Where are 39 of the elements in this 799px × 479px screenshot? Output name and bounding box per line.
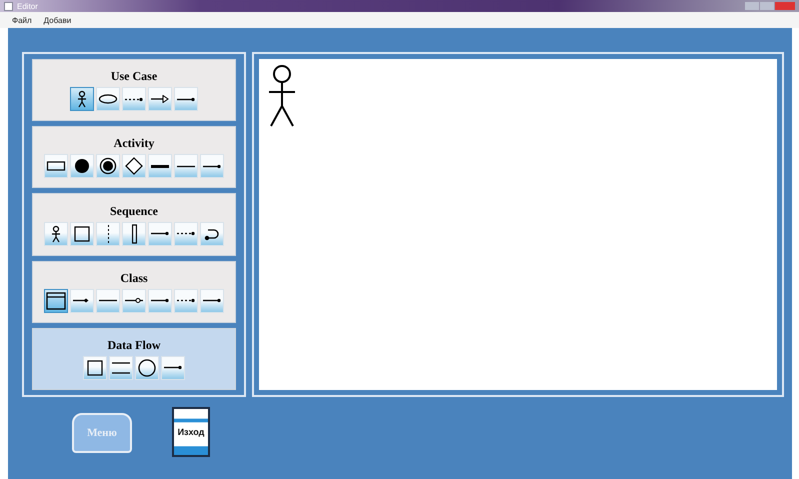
section-title: Class xyxy=(120,270,148,286)
line-circle-icon xyxy=(124,298,144,304)
arrow-icon xyxy=(150,95,170,104)
palette-section[interactable]: Class xyxy=(32,260,236,323)
menu-item[interactable]: Добави xyxy=(44,16,72,24)
ellipse-icon xyxy=(98,94,118,104)
line-arrow-icon xyxy=(150,231,170,236)
line-icon xyxy=(176,164,196,169)
line-arrow-icon xyxy=(176,96,196,102)
dotted-line-icon xyxy=(176,298,196,304)
menu-item[interactable]: Файл xyxy=(12,16,32,24)
ringed-circle-icon xyxy=(98,156,118,176)
line-arrow-icon xyxy=(202,298,222,304)
tool-button[interactable] xyxy=(70,87,94,112)
section-title: Use Case xyxy=(110,69,158,84)
square-icon xyxy=(85,358,105,378)
line-arrow-icon xyxy=(150,298,170,304)
window-controls-icon[interactable] xyxy=(745,2,795,10)
class-box-icon xyxy=(46,290,66,311)
circle-icon xyxy=(137,358,157,378)
section-title: Sequence xyxy=(110,204,158,218)
line-icon xyxy=(98,298,118,304)
section-title: Activity xyxy=(114,136,154,152)
line-arrow-icon xyxy=(202,164,222,169)
dotted-line-icon xyxy=(176,231,196,236)
stick-figure-drawing[interactable] xyxy=(267,64,297,128)
rectangle-icon xyxy=(46,161,66,172)
vertical-bar-icon xyxy=(132,224,136,244)
diamond-icon xyxy=(124,156,144,176)
window-title: Editor xyxy=(17,2,38,10)
square-icon xyxy=(72,224,92,244)
dotted-vertical-line-icon xyxy=(106,224,110,244)
section-title: Data Flow xyxy=(108,338,160,353)
dotted-line-icon xyxy=(124,96,144,102)
document-button[interactable]: Изход xyxy=(172,407,210,457)
palette-section[interactable]: Use Case xyxy=(32,59,236,122)
bar-icon xyxy=(150,164,170,169)
tool-button[interactable] xyxy=(44,288,68,313)
line-arrow-icon xyxy=(163,365,183,370)
